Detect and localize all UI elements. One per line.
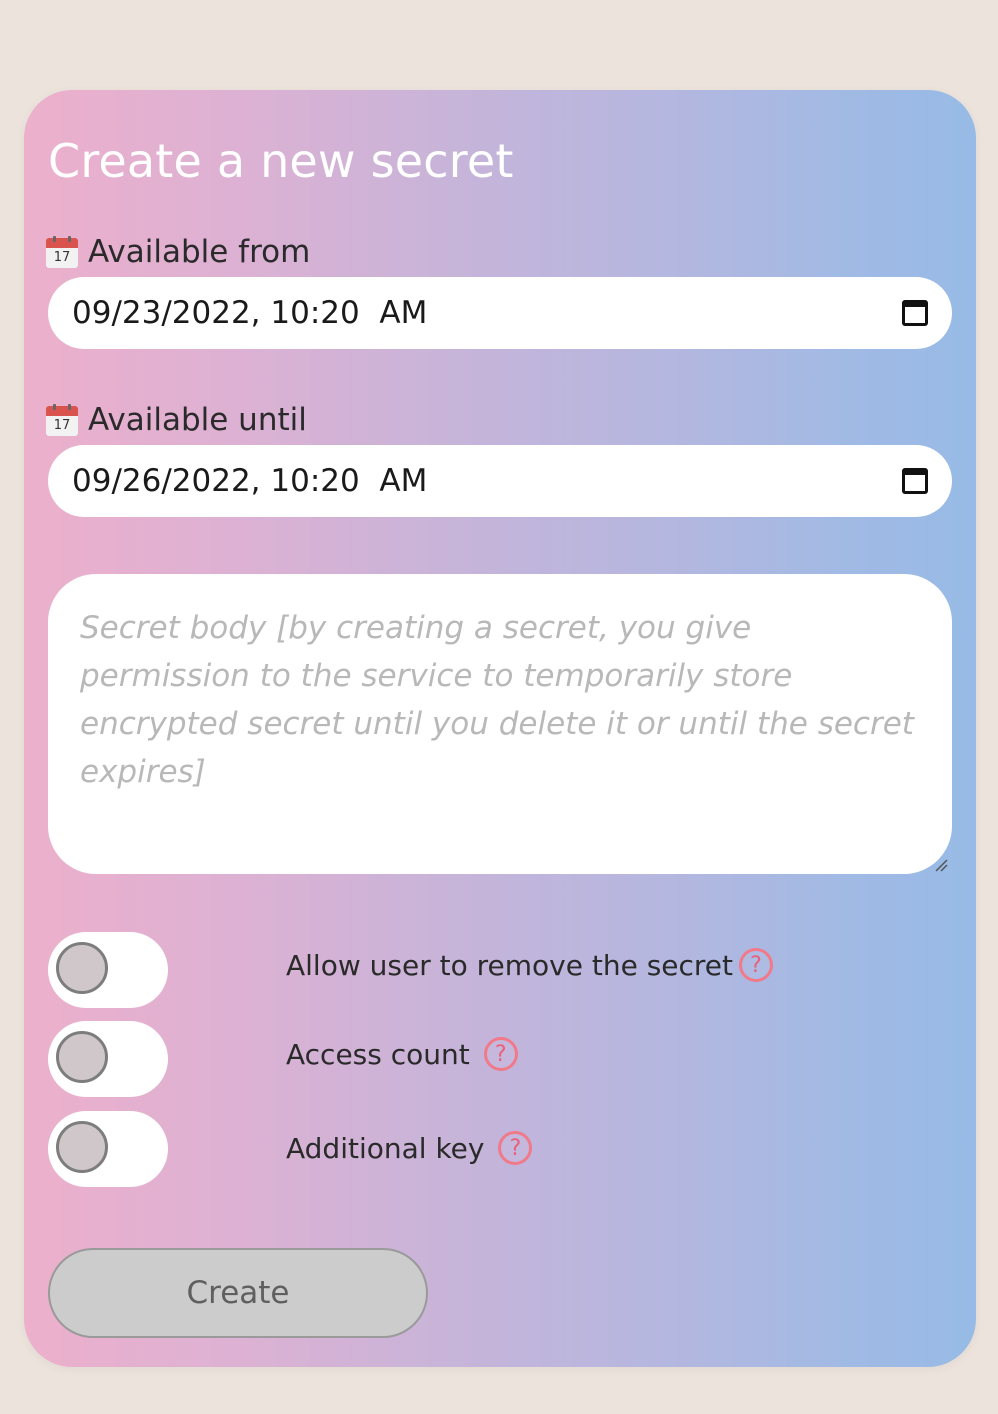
available-from-input[interactable]: 09/23/2022, 10:20 AM: [48, 277, 952, 349]
option-label: Access count ?: [286, 1037, 518, 1071]
secret-body-textarea[interactable]: Secret body [by creating a secret, you g…: [48, 574, 952, 874]
available-from-value[interactable]: 09/23/2022, 10:20 AM: [72, 295, 427, 331]
calendar-picker-icon[interactable]: [902, 468, 928, 494]
create-button[interactable]: Create: [48, 1248, 428, 1338]
available-until-value[interactable]: 09/26/2022, 10:20 AM: [72, 463, 427, 499]
additional-key-toggle[interactable]: [48, 1111, 168, 1187]
available-from-label-text: Available from: [88, 234, 311, 270]
toggle-knob: [56, 942, 108, 994]
option-additional-key: Additional key ?: [48, 1111, 952, 1187]
toggle-knob: [56, 1121, 108, 1173]
option-access-count: Access count ?: [48, 1021, 952, 1097]
toggle-knob: [56, 1031, 108, 1083]
help-icon[interactable]: ?: [739, 948, 774, 982]
remove-secret-label: Allow user to remove the secret: [286, 948, 734, 982]
create-secret-card: Create a new secret 17 Available from 09…: [24, 90, 976, 1367]
page-title: Create a new secret: [48, 134, 514, 188]
help-icon[interactable]: ?: [498, 1131, 533, 1165]
option-label: Allow user to remove the secret ?: [286, 948, 774, 982]
secret-body-placeholder: Secret body [by creating a secret, you g…: [80, 610, 914, 790]
available-until-input[interactable]: 09/26/2022, 10:20 AM: [48, 445, 952, 517]
option-label: Additional key ?: [286, 1131, 533, 1165]
available-until-label-text: Available until: [88, 402, 307, 438]
access-count-label: Access count: [286, 1037, 470, 1071]
resize-handle-icon[interactable]: [934, 858, 948, 872]
option-remove-secret: Allow user to remove the secret ?: [48, 932, 952, 1008]
calendar-icon: 17: [46, 236, 78, 268]
available-until-label: 17 Available until: [46, 402, 307, 438]
help-icon[interactable]: ?: [483, 1037, 518, 1071]
available-from-label: 17 Available from: [46, 234, 310, 270]
access-count-toggle[interactable]: [48, 1021, 168, 1097]
additional-key-label: Additional key: [286, 1131, 485, 1165]
remove-secret-toggle[interactable]: [48, 932, 168, 1008]
calendar-picker-icon[interactable]: [902, 300, 928, 326]
calendar-icon: 17: [46, 404, 78, 436]
